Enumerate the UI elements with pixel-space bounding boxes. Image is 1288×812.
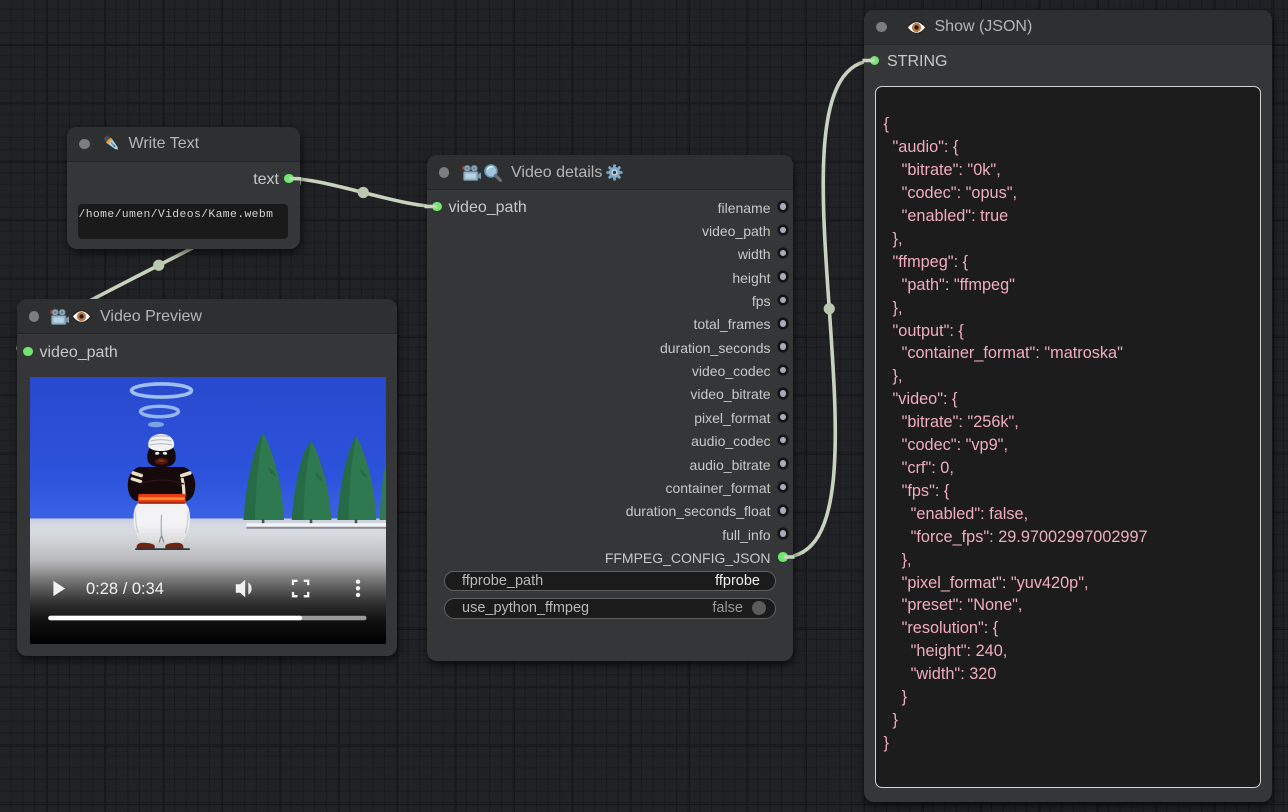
svg-text:0:28 / 0:34: 0:28 / 0:34: [86, 580, 164, 598]
